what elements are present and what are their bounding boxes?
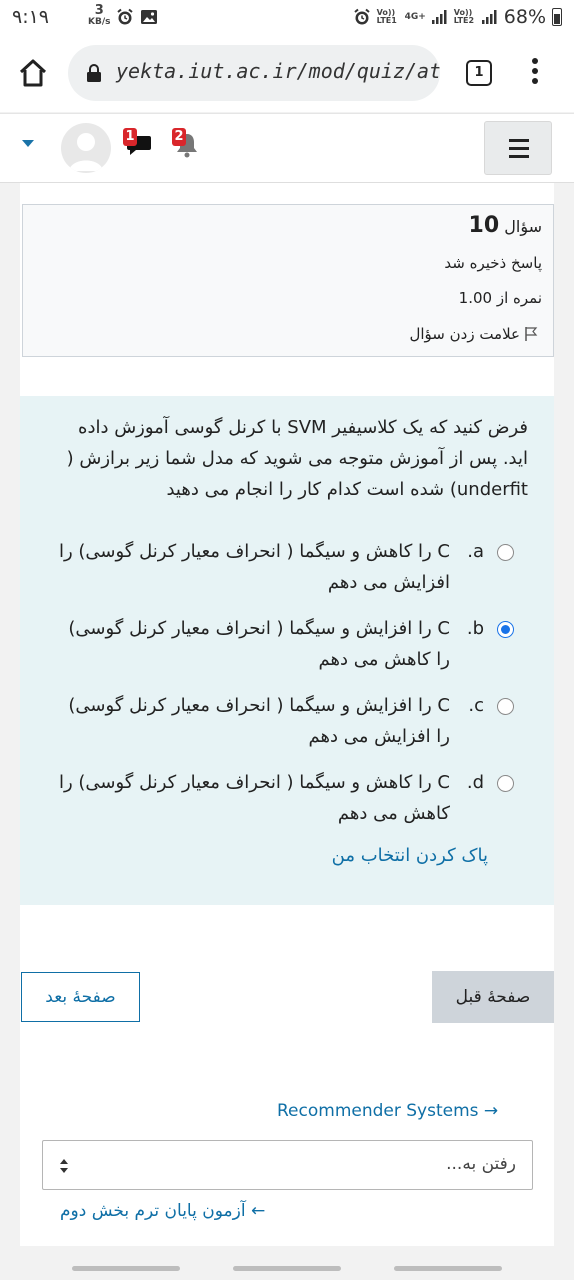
answer-option-b[interactable]: b. C را افزایش و سیگما ( انحراف معیار کر… bbox=[46, 613, 516, 675]
previous-page-button[interactable]: صفحهٔ قبل bbox=[432, 971, 554, 1023]
jump-to-select[interactable]: رفتن به... bbox=[42, 1140, 533, 1190]
question-label: سؤال bbox=[504, 217, 542, 236]
gesture-bar bbox=[72, 1266, 180, 1271]
answer-radio-b[interactable] bbox=[497, 621, 514, 638]
answer-option-a[interactable]: a. C را کاهش و سیگما ( انحراف معیار کرنل… bbox=[46, 536, 516, 598]
answer-text: C را افزایش و سیگما ( انحراف معیار کرنل … bbox=[68, 695, 450, 747]
answer-letter: c. bbox=[468, 695, 484, 716]
image-icon bbox=[141, 10, 157, 24]
gesture-bar bbox=[394, 1266, 502, 1271]
flag-icon bbox=[525, 327, 538, 341]
avatar[interactable] bbox=[61, 123, 111, 173]
signal-icon bbox=[431, 10, 447, 24]
clear-choice-link[interactable]: پاک کردن انتخاب من bbox=[332, 845, 488, 866]
battery-icon bbox=[552, 8, 562, 26]
question-text: فرض کنید که یک کلاسیفیر SVM با کرنل گوسی… bbox=[66, 417, 528, 500]
question-number-value: 10 bbox=[468, 213, 500, 238]
answer-letter: b. bbox=[466, 618, 484, 639]
previous-activity-link[interactable]: ← آزمون پایان ترم بخش دوم bbox=[60, 1201, 265, 1221]
select-arrows-icon bbox=[60, 1159, 68, 1173]
user-avatar-icon bbox=[69, 133, 103, 171]
alarm-icon bbox=[353, 8, 370, 25]
flag-question-label: علامت زدن سؤال bbox=[409, 325, 520, 343]
net-speed-value: 3 bbox=[94, 3, 104, 18]
main-content: سؤال 10 پاسخ ذخیره شد نمره از 1.00 علامت… bbox=[20, 183, 554, 1246]
answer-radio-a[interactable] bbox=[497, 544, 514, 561]
status-time: ۹:۱۹ bbox=[12, 6, 50, 28]
question-number: سؤال 10 bbox=[469, 213, 542, 238]
url-text: yekta.iut.ac.ir/mod/quiz/atte bbox=[116, 59, 440, 83]
answer-text: C را کاهش و سیگما ( انحراف معیار کرنل گو… bbox=[58, 772, 450, 824]
net-speed: 3 KB/s bbox=[88, 4, 110, 27]
sim2-label: Vo)) LTE2 bbox=[453, 8, 475, 25]
battery-level: 68% bbox=[503, 6, 546, 28]
site-header: 1 2 bbox=[0, 113, 574, 183]
signal-icon bbox=[481, 10, 497, 24]
browser-menu-icon[interactable] bbox=[528, 58, 542, 90]
address-bar[interactable]: yekta.iut.ac.ir/mod/quiz/atte bbox=[68, 45, 440, 101]
network-type: 4G+ bbox=[404, 12, 426, 22]
tab-switcher-button[interactable]: 1 bbox=[466, 60, 492, 86]
nav-drawer-button[interactable] bbox=[484, 121, 552, 175]
answer-text: C را افزایش و سیگما ( انحراف معیار کرنل … bbox=[68, 618, 450, 670]
answer-radio-d[interactable] bbox=[497, 775, 514, 792]
answer-text: C را کاهش و سیگما ( انحراف معیار کرنل گو… bbox=[58, 541, 450, 593]
home-icon[interactable] bbox=[18, 58, 48, 88]
notifications-badge: 2 bbox=[172, 128, 186, 146]
browser-toolbar: yekta.iut.ac.ir/mod/quiz/atte 1 bbox=[0, 36, 574, 112]
jump-to-placeholder: رفتن به... bbox=[446, 1154, 516, 1174]
status-bar: ۹:۱۹ 3 KB/s Vo)) LTE1 4G+ Vo)) LTE2 68% bbox=[0, 0, 574, 36]
flag-question-link[interactable]: علامت زدن سؤال bbox=[409, 325, 538, 343]
question-grade: نمره از 1.00 bbox=[458, 289, 542, 307]
question-formulation: فرض کنید که یک کلاسیفیر SVM با کرنل گوسی… bbox=[20, 396, 554, 905]
answer-option-d[interactable]: d. C را کاهش و سیگما ( انحراف معیار کرنل… bbox=[46, 767, 516, 829]
lock-icon bbox=[87, 64, 101, 82]
alarm-icon bbox=[117, 8, 133, 25]
answer-radio-c[interactable] bbox=[497, 698, 514, 715]
question-state: پاسخ ذخیره شد bbox=[444, 254, 542, 272]
sim1-label: Vo)) LTE1 bbox=[376, 8, 397, 25]
answer-letter: d. bbox=[466, 772, 484, 793]
gesture-bar bbox=[233, 1266, 341, 1271]
next-page-button[interactable]: صفحهٔ بعد bbox=[21, 972, 140, 1022]
messages-badge: 1 bbox=[123, 128, 137, 146]
net-speed-unit: KB/s bbox=[88, 17, 111, 27]
answer-letter: a. bbox=[467, 541, 484, 562]
status-right: Vo)) LTE1 4G+ Vo)) LTE2 68% bbox=[353, 6, 562, 28]
question-info: سؤال 10 پاسخ ذخیره شد نمره از 1.00 علامت… bbox=[22, 204, 554, 357]
user-menu-caret-icon[interactable] bbox=[22, 140, 34, 147]
next-activity-link[interactable]: Recommender Systems → bbox=[277, 1101, 498, 1121]
answer-option-c[interactable]: c. C را افزایش و سیگما ( انحراف معیار کر… bbox=[46, 690, 516, 752]
